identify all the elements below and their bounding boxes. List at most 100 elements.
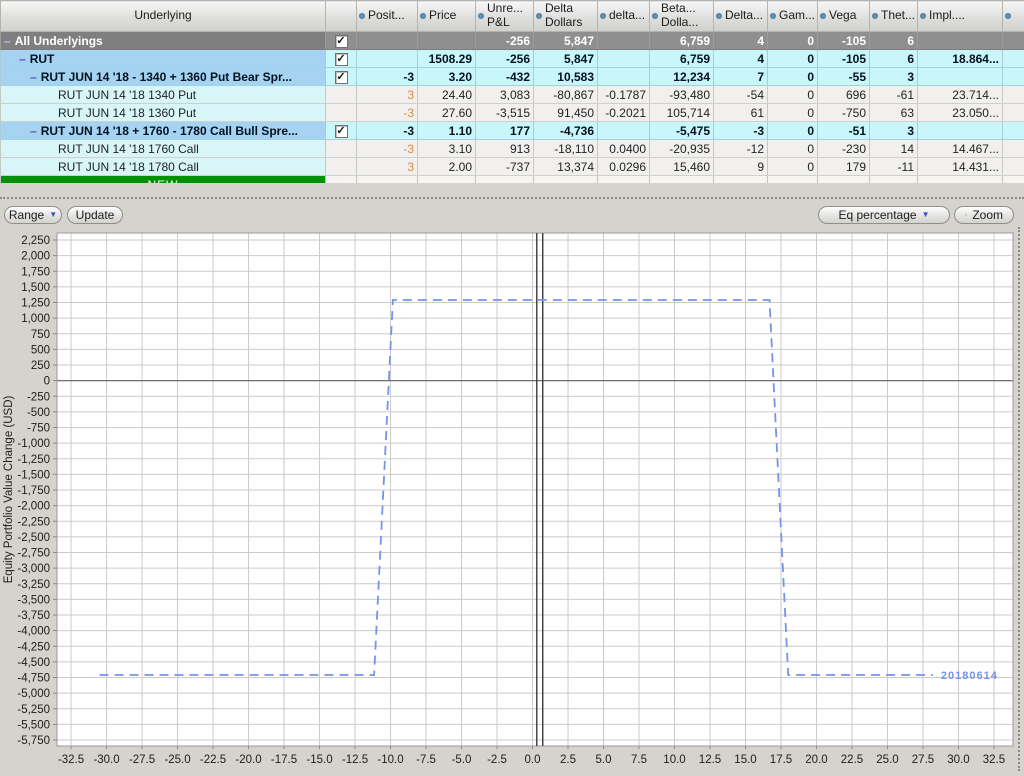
row-checkbox[interactable]: ✓ (335, 35, 348, 48)
underlying-cell[interactable]: –RUT JUN 14 '18 + 1760 - 1780 Call Bull … (1, 122, 326, 140)
eq-percentage-dropdown[interactable]: Eq percentage ▼ (818, 206, 950, 224)
positions-table: Underlying Posit...PriceUnre...P&L DeltaDo… (0, 0, 1024, 194)
update-button-label: Update (76, 208, 115, 222)
series-date-label: 20180614 (941, 670, 998, 682)
row-checkbox[interactable]: ✓ (335, 71, 348, 84)
y-tick-label: -1,500 (17, 469, 50, 481)
column-header-vega[interactable]: Vega (818, 1, 870, 32)
zoom-button-label: Zoom (972, 208, 1003, 222)
cell-unre_pnl: -256 (476, 32, 534, 50)
y-tick-label: 0 (44, 376, 50, 388)
column-header-position[interactable]: Posit... (357, 1, 418, 32)
y-tick-label: -2,750 (17, 548, 50, 560)
x-tick-label: 12.5 (699, 754, 721, 766)
cell-vega: -105 (818, 50, 870, 68)
collapse-toggle-icon[interactable]: – (19, 52, 26, 66)
y-tick-label: -2,250 (17, 516, 50, 528)
cell-vega: -230 (818, 140, 870, 158)
cell-vega: -55 (818, 68, 870, 86)
column-header-price[interactable]: Price (418, 1, 476, 32)
column-header-delta_lc[interactable]: delta... (598, 1, 650, 32)
table-row: RUT JUN 14 '18 1340 Put324.403,083-80,86… (1, 86, 1024, 104)
collapse-toggle-icon[interactable]: – (30, 124, 37, 138)
cell-unre_pnl: 177 (476, 122, 534, 140)
column-header-delta_uc[interactable]: Delta... (714, 1, 768, 32)
cell-gamma: 0 (768, 158, 818, 176)
column-header-underlying[interactable]: Underlying (1, 1, 326, 32)
row-checkbox[interactable]: ✓ (335, 53, 348, 66)
checkbox-cell: ✓ (326, 68, 357, 86)
x-tick-label: -17.5 (271, 754, 297, 766)
x-tick-label: 30.0 (947, 754, 969, 766)
x-tick-label: 15.0 (734, 754, 756, 766)
x-tick-label: 10.0 (663, 754, 685, 766)
cell-theta: -11 (870, 158, 918, 176)
x-tick-label: -30.0 (93, 754, 119, 766)
range-dropdown[interactable]: Range ▼ (4, 206, 62, 224)
cell-theta: 6 (870, 50, 918, 68)
cell-impl: 14.467... (918, 140, 1003, 158)
sort-bullet-icon (820, 13, 826, 19)
cell-extra (1003, 32, 1024, 50)
y-tick-label: -1,000 (17, 438, 50, 450)
underlying-cell[interactable]: RUT JUN 14 '18 1780 Call (1, 158, 326, 176)
pnl-chart[interactable]: -5,750-5,500-5,250-5,000-4,750-4,500-4,2… (0, 227, 1024, 771)
cell-extra (1003, 140, 1024, 158)
row-checkbox[interactable]: ✓ (335, 125, 348, 138)
underlying-cell[interactable]: RUT JUN 14 '18 1760 Call (1, 140, 326, 158)
cell-delta_uc: 4 (714, 50, 768, 68)
y-tick-label: -4,000 (17, 626, 50, 638)
cell-delta_lc: -0.2021 (598, 104, 650, 122)
chart-toolbar: Range ▼ Update Eq percentage ▼ Zoom (0, 205, 1024, 227)
horizontal-splitter[interactable] (0, 183, 1024, 205)
cell-delta_uc: 61 (714, 104, 768, 122)
cell-beta_dollars: 105,714 (650, 104, 714, 122)
sort-bullet-icon (716, 13, 722, 19)
sort-bullet-icon (478, 13, 484, 19)
column-header-gamma[interactable]: Gam... (768, 1, 818, 32)
column-header-unre_pnl[interactable]: Unre...P&L (476, 1, 534, 32)
column-header-delta_dollars[interactable]: DeltaDollars (534, 1, 598, 32)
sort-bullet-icon (600, 13, 606, 19)
underlying-cell[interactable]: RUT JUN 14 '18 1360 Put (1, 104, 326, 122)
column-header-label: DeltaDollars (545, 2, 582, 30)
cell-unre_pnl: -737 (476, 158, 534, 176)
cell-extra (1003, 158, 1024, 176)
underlying-cell[interactable]: –All Underlyings (1, 32, 326, 50)
x-tick-label: 5.0 (596, 754, 612, 766)
column-header-theta[interactable]: Thet... (870, 1, 918, 32)
vertical-splitter[interactable] (1018, 227, 1020, 771)
table-row: –RUT✓1508.29-2565,8476,75940-105618.864.… (1, 50, 1024, 68)
x-tick-label: 32.5 (983, 754, 1005, 766)
cell-beta_dollars: -20,935 (650, 140, 714, 158)
column-header-beta_dollars[interactable]: Beta...Dolla... (650, 1, 714, 32)
x-tick-label: 27.5 (912, 754, 934, 766)
underlying-cell[interactable]: –RUT JUN 14 '18 - 1340 + 1360 Put Bear S… (1, 68, 326, 86)
collapse-toggle-icon[interactable]: – (30, 70, 37, 84)
cell-gamma: 0 (768, 104, 818, 122)
cell-unre_pnl: 3,083 (476, 86, 534, 104)
cell-impl: 23.050... (918, 104, 1003, 122)
chevron-down-icon: ▼ (49, 211, 57, 219)
y-tick-label: -5,000 (17, 688, 50, 700)
update-button[interactable]: Update (67, 206, 123, 224)
column-header-check[interactable] (326, 1, 357, 32)
zoom-button[interactable]: Zoom (954, 206, 1014, 224)
y-tick-label: 2,250 (21, 235, 50, 247)
column-header-extra[interactable] (1003, 1, 1024, 32)
collapse-toggle-icon[interactable]: – (4, 34, 11, 48)
sort-bullet-icon (770, 13, 776, 19)
cell-delta_dollars: 10,583 (534, 68, 598, 86)
y-tick-label: 1,000 (21, 313, 50, 325)
cell-vega: 696 (818, 86, 870, 104)
y-tick-label: -3,750 (17, 610, 50, 622)
cell-position: 3 (357, 158, 418, 176)
x-tick-label: -22.5 (200, 754, 226, 766)
column-header-impl[interactable]: Impl.... (918, 1, 1003, 32)
cell-position (357, 50, 418, 68)
underlying-cell[interactable]: –RUT (1, 50, 326, 68)
cell-impl (918, 122, 1003, 140)
underlying-cell[interactable]: RUT JUN 14 '18 1340 Put (1, 86, 326, 104)
underlying-label: RUT (30, 52, 55, 66)
column-header-label: Impl.... (929, 9, 965, 23)
